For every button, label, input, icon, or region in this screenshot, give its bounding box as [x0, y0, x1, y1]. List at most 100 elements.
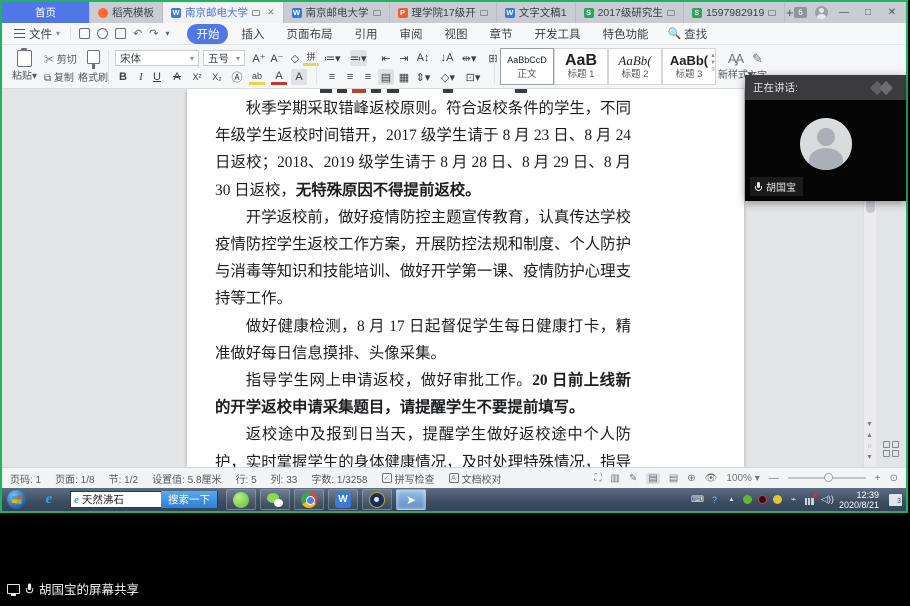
align-right-icon[interactable]: ≡ — [360, 69, 376, 85]
ribbon-tab-3[interactable]: 引用 — [345, 24, 386, 44]
underline-button[interactable]: U — [149, 69, 165, 85]
status-item-5[interactable]: 列: 33 — [271, 471, 298, 486]
print-icon[interactable] — [97, 28, 108, 39]
customize-toolbar-icon[interactable]: ▾ — [165, 29, 169, 38]
decrease-indent-icon[interactable]: ⇤ — [378, 50, 394, 66]
ribbon-tab-1[interactable]: 插入 — [232, 24, 273, 44]
search-input[interactable]: 天然沸石 — [82, 492, 124, 507]
ime-icon[interactable]: 3 — [889, 494, 902, 506]
font-color-icon[interactable]: A — [271, 69, 287, 85]
char-scale-icon[interactable]: ⇹▾ — [461, 50, 477, 66]
scrollbar-buttons[interactable]: ▼▲○▼ — [863, 419, 876, 463]
document-tab-4[interactable]: P理学院17级开 — [390, 2, 497, 23]
align-left-icon[interactable]: ≡ — [324, 69, 340, 85]
taskbar-wps[interactable]: W — [328, 489, 358, 510]
status-item-0[interactable]: 页码: 1 — [10, 471, 41, 486]
highlight-color-icon[interactable]: ab — [249, 69, 265, 85]
eye-protect-icon[interactable]: 👁 — [705, 473, 718, 484]
superscript-button[interactable]: X² — [189, 69, 205, 85]
ribbon-tab-5[interactable]: 视图 — [435, 24, 476, 44]
redo-icon[interactable]: ↷ — [149, 27, 158, 40]
char-shading-icon[interactable]: A — [291, 69, 307, 85]
save-icon[interactable] — [79, 28, 90, 39]
ribbon-tab-0[interactable]: 开始 — [187, 24, 228, 44]
meeting-panel-header[interactable]: 正在讲话: — [745, 75, 906, 100]
write-mode-icon[interactable]: ✎ — [629, 473, 637, 484]
web-view-icon[interactable]: ⊕ — [687, 473, 695, 484]
strikethrough-button[interactable]: A — [169, 69, 185, 85]
usb-device-icon[interactable]: ⌁ — [788, 494, 799, 505]
ribbon-tab-7[interactable]: 开发工具 — [525, 24, 589, 44]
find-button[interactable]: 🔍 查找 — [667, 26, 707, 42]
keyboard-icon[interactable]: ⌨ — [692, 494, 703, 505]
zoom-slider[interactable] — [788, 477, 866, 479]
format-painter-button[interactable]: 格式刷 — [78, 50, 108, 84]
minimize-button[interactable]: — — [836, 7, 852, 18]
tab-close-icon[interactable]: ✕ — [267, 7, 275, 18]
ribbon-tab-2[interactable]: 页面布局 — [277, 24, 341, 44]
taskbar-njupt[interactable] — [362, 489, 392, 510]
network-error-icon[interactable] — [805, 495, 816, 505]
search-button[interactable]: 搜索一下 — [161, 491, 217, 508]
print-preview-icon[interactable] — [115, 28, 126, 39]
borders-icon[interactable]: ⊡▾ — [465, 69, 481, 85]
message-count-badge[interactable]: 6 — [794, 7, 807, 18]
tray-expand-icon[interactable]: ▲ — [726, 494, 737, 505]
fullscreen-view-icon[interactable]: ⛶ — [595, 473, 602, 484]
increase-font-icon[interactable]: A⁺ — [251, 50, 267, 66]
task-pane-toggle-icon[interactable] — [883, 441, 900, 458]
char-border-icon[interactable]: Ⓐ — [229, 69, 245, 85]
proofread-button[interactable]: A 文档校对 — [449, 471, 502, 486]
styles-scroll-buttons[interactable]: ▲▼≡ — [710, 53, 716, 74]
document-tab-6[interactable]: S2017级研究生 — [576, 2, 684, 23]
table-convert-icon[interactable]: ⊞ — [485, 50, 501, 66]
document-tab-5[interactable]: W文字文稿1 — [497, 2, 576, 23]
bullet-list-icon[interactable]: ≔▾ — [324, 50, 341, 66]
shading-icon[interactable]: ◇▾ — [440, 69, 456, 85]
document-page[interactable]: 秋季学期采取错峰返校原则。符合返校条件的学生，不同年级学生返校时间错开，2017… — [187, 89, 744, 467]
page-view-icon[interactable]: ▤ — [646, 473, 659, 484]
participant-video[interactable]: 胡国宝 — [745, 100, 906, 201]
subscript-button[interactable]: X₂ — [209, 69, 225, 85]
user-avatar[interactable] — [815, 6, 828, 19]
ribbon-tab-6[interactable]: 章节 — [480, 24, 521, 44]
taskbar-chrome[interactable] — [294, 489, 324, 510]
zoom-value[interactable]: 100% ▾ — [726, 473, 759, 484]
style-preset-2[interactable]: AaBb(标题 2 — [608, 48, 662, 85]
document-tab-2[interactable]: W南京邮电大学✕ — [163, 2, 284, 23]
ribbon-tab-4[interactable]: 审阅 — [390, 24, 431, 44]
close-button[interactable]: ✕ — [884, 7, 900, 18]
text-direction-icon[interactable]: A↕ — [415, 50, 431, 66]
clear-format-icon[interactable]: ◇ — [287, 50, 303, 66]
taskbar-clock[interactable]: 12:39 2020/8/21 — [839, 490, 883, 510]
meeting-panel[interactable]: 正在讲话: 胡国宝 — [745, 75, 906, 201]
status-item-4[interactable]: 行: 5 — [236, 471, 257, 486]
paste-button[interactable]: 粘贴▾ — [12, 50, 37, 82]
justify-icon[interactable]: ▤ — [378, 69, 394, 85]
decrease-font-icon[interactable]: A⁻ — [269, 50, 285, 66]
style-preset-0[interactable]: AaBbCcD正文 — [500, 48, 554, 85]
document-tab-0[interactable]: 首页 — [2, 2, 90, 23]
line-spacing-icon[interactable]: ⇕▾ — [415, 69, 431, 85]
document-tab-1[interactable]: 稻壳模板 — [90, 2, 163, 23]
status-item-1[interactable]: 页面: 1/8 — [55, 471, 94, 486]
tray-360-icon[interactable] — [743, 495, 752, 504]
zoom-knob[interactable] — [824, 473, 833, 482]
new-tab-button[interactable]: + — [785, 2, 794, 23]
spell-check-button[interactable]: ✓ 拼写检查 — [382, 471, 435, 486]
copy-button[interactable]: ⧉ 复制 — [44, 69, 74, 84]
read-layout-icon[interactable]: ▥ — [611, 473, 620, 484]
italic-button[interactable]: I — [133, 69, 149, 85]
style-preset-3[interactable]: AaBb(标题 3 — [662, 48, 716, 85]
zoom-out-button[interactable]: — — [769, 473, 779, 484]
align-center-icon[interactable]: ≡ — [342, 69, 358, 85]
help-icon[interactable]: ? — [709, 494, 720, 505]
tray-shield-icon[interactable] — [773, 495, 782, 504]
status-item-3[interactable]: 设置值: 5.8厘米 — [152, 471, 221, 486]
sort-icon[interactable]: ↓A — [439, 50, 455, 66]
start-button[interactable] — [7, 490, 26, 509]
font-name-combo[interactable]: 宋体▾ — [115, 50, 199, 66]
taskbar-search-box[interactable]: e 天然沸石 搜索一下 — [70, 491, 218, 508]
status-item-6[interactable]: 字数: 1/3258 — [311, 471, 367, 486]
ribbon-tab-8[interactable]: 特色功能 — [593, 24, 657, 44]
